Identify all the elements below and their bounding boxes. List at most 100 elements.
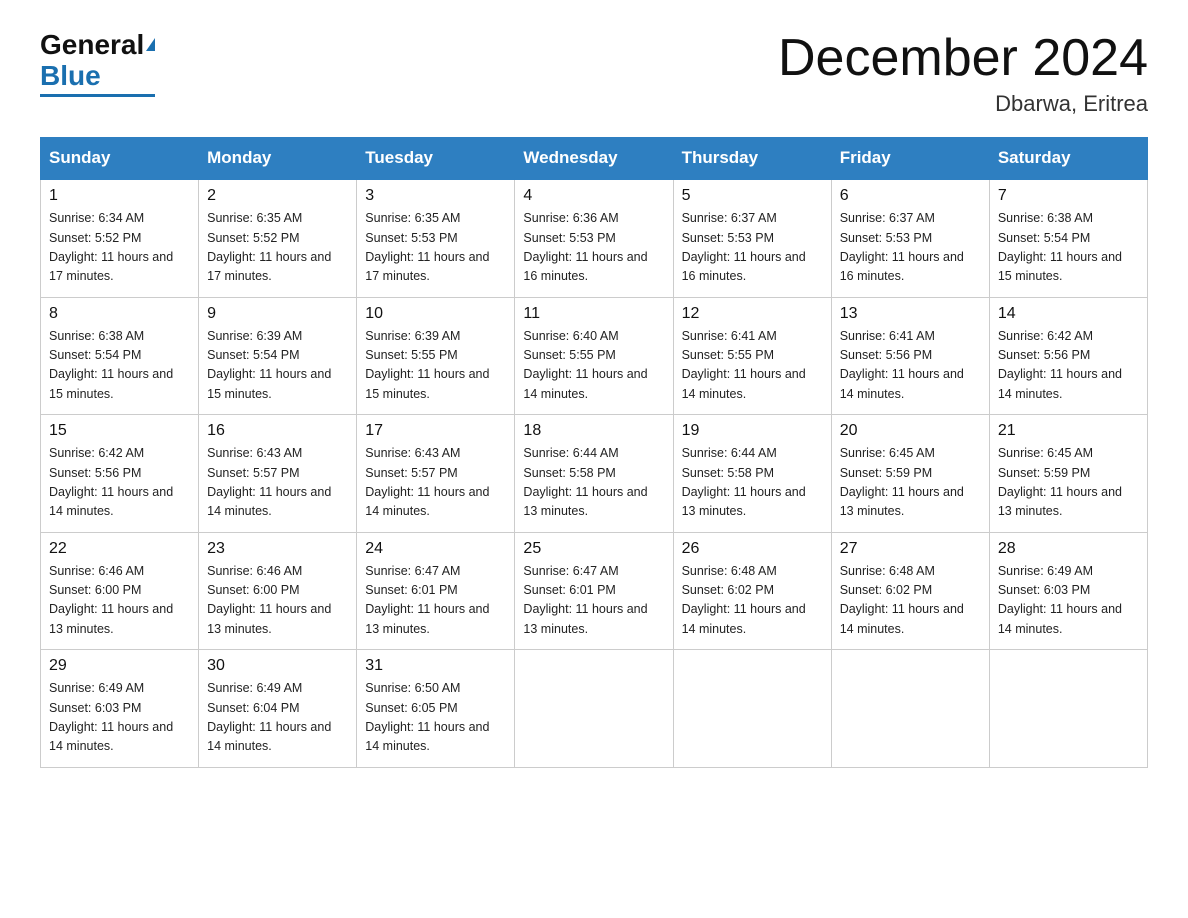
day-info: Sunrise: 6:37 AMSunset: 5:53 PMDaylight:… — [840, 209, 981, 287]
day-info: Sunrise: 6:39 AMSunset: 5:54 PMDaylight:… — [207, 327, 348, 405]
day-number: 28 — [998, 540, 1139, 558]
calendar-cell: 2 Sunrise: 6:35 AMSunset: 5:52 PMDaylight… — [199, 179, 357, 297]
day-info: Sunrise: 6:41 AMSunset: 5:56 PMDaylight:… — [840, 327, 981, 405]
weekday-header-monday: Monday — [199, 138, 357, 180]
day-number: 14 — [998, 305, 1139, 323]
day-number: 10 — [365, 305, 506, 323]
calendar-table: SundayMondayTuesdayWednesdayThursdayFrid… — [40, 137, 1148, 768]
calendar-cell: 26 Sunrise: 6:48 AMSunset: 6:02 PMDayligh… — [673, 532, 831, 650]
day-number: 12 — [682, 305, 823, 323]
week-row-3: 15Sunrise: 6:42 AMSunset: 5:56 PMDayligh… — [41, 415, 1148, 533]
weekday-header-saturday: Saturday — [989, 138, 1147, 180]
calendar-cell: 20Sunrise: 6:45 AMSunset: 5:59 PMDayligh… — [831, 415, 989, 533]
day-info: Sunrise: 6:44 AMSunset: 5:58 PMDaylight:… — [682, 444, 823, 522]
calendar-cell: 1 Sunrise: 6:34 AMSunset: 5:52 PMDaylight… — [41, 179, 199, 297]
day-info: Sunrise: 6:49 AMSunset: 6:03 PMDaylight:… — [998, 562, 1139, 640]
day-number: 30 — [207, 657, 348, 675]
day-number: 18 — [523, 422, 664, 440]
week-row-4: 22 Sunrise: 6:46 AMSunset: 6:00 PMDayligh… — [41, 532, 1148, 650]
weekday-header-row: SundayMondayTuesdayWednesdayThursdayFrid… — [41, 138, 1148, 180]
day-number: 22 — [49, 540, 190, 558]
calendar-cell: 28 Sunrise: 6:49 AMSunset: 6:03 PMDayligh… — [989, 532, 1147, 650]
calendar-cell: 10 Sunrise: 6:39 AMSunset: 5:55 PMDayligh… — [357, 297, 515, 415]
day-number: 2 — [207, 187, 348, 205]
calendar-cell: 19 Sunrise: 6:44 AMSunset: 5:58 PMDayligh… — [673, 415, 831, 533]
day-info: Sunrise: 6:38 AMSunset: 5:54 PMDaylight:… — [49, 327, 190, 405]
day-info: Sunrise: 6:48 AMSunset: 6:02 PMDaylight:… — [682, 562, 823, 640]
calendar-cell: 29 Sunrise: 6:49 AMSunset: 6:03 PMDayligh… — [41, 650, 199, 768]
day-info: Sunrise: 6:35 AMSunset: 5:52 PMDaylight:… — [207, 209, 348, 287]
calendar-cell: 14 Sunrise: 6:42 AMSunset: 5:56 PMDayligh… — [989, 297, 1147, 415]
day-info: Sunrise: 6:35 AMSunset: 5:53 PMDaylight:… — [365, 209, 506, 287]
week-row-1: 1 Sunrise: 6:34 AMSunset: 5:52 PMDaylight… — [41, 179, 1148, 297]
day-number: 31 — [365, 657, 506, 675]
day-info: Sunrise: 6:39 AMSunset: 5:55 PMDaylight:… — [365, 327, 506, 405]
day-number: 6 — [840, 187, 981, 205]
day-number: 26 — [682, 540, 823, 558]
day-number: 5 — [682, 187, 823, 205]
day-info: Sunrise: 6:48 AMSunset: 6:02 PMDaylight:… — [840, 562, 981, 640]
day-info: Sunrise: 6:43 AMSunset: 5:57 PMDaylight:… — [207, 444, 348, 522]
day-number: 24 — [365, 540, 506, 558]
calendar-cell: 16 Sunrise: 6:43 AMSunset: 5:57 PMDayligh… — [199, 415, 357, 533]
calendar-cell: 6 Sunrise: 6:37 AMSunset: 5:53 PMDaylight… — [831, 179, 989, 297]
logo: General Blue — [40, 30, 155, 97]
day-number: 8 — [49, 305, 190, 323]
logo-text: General Blue — [40, 30, 155, 92]
day-number: 9 — [207, 305, 348, 323]
day-number: 3 — [365, 187, 506, 205]
calendar-cell: 17 Sunrise: 6:43 AMSunset: 5:57 PMDayligh… — [357, 415, 515, 533]
calendar-cell: 25Sunrise: 6:47 AMSunset: 6:01 PMDayligh… — [515, 532, 673, 650]
calendar-cell: 13 Sunrise: 6:41 AMSunset: 5:56 PMDayligh… — [831, 297, 989, 415]
logo-divider — [40, 94, 155, 97]
day-info: Sunrise: 6:36 AMSunset: 5:53 PMDaylight:… — [523, 209, 664, 287]
calendar-cell: 27 Sunrise: 6:48 AMSunset: 6:02 PMDayligh… — [831, 532, 989, 650]
calendar-cell: 31 Sunrise: 6:50 AMSunset: 6:05 PMDayligh… — [357, 650, 515, 768]
day-info: Sunrise: 6:40 AMSunset: 5:55 PMDaylight:… — [523, 327, 664, 405]
day-number: 1 — [49, 187, 190, 205]
calendar-cell: 7 Sunrise: 6:38 AMSunset: 5:54 PMDaylight… — [989, 179, 1147, 297]
calendar-cell: 12Sunrise: 6:41 AMSunset: 5:55 PMDayligh… — [673, 297, 831, 415]
day-number: 23 — [207, 540, 348, 558]
day-number: 17 — [365, 422, 506, 440]
day-info: Sunrise: 6:38 AMSunset: 5:54 PMDaylight:… — [998, 209, 1139, 287]
day-info: Sunrise: 6:49 AMSunset: 6:04 PMDaylight:… — [207, 679, 348, 757]
day-info: Sunrise: 6:46 AMSunset: 6:00 PMDaylight:… — [49, 562, 190, 640]
calendar-cell: 30 Sunrise: 6:49 AMSunset: 6:04 PMDayligh… — [199, 650, 357, 768]
calendar-cell: 9 Sunrise: 6:39 AMSunset: 5:54 PMDaylight… — [199, 297, 357, 415]
weekday-header-tuesday: Tuesday — [357, 138, 515, 180]
week-row-5: 29 Sunrise: 6:49 AMSunset: 6:03 PMDayligh… — [41, 650, 1148, 768]
calendar-cell: 11 Sunrise: 6:40 AMSunset: 5:55 PMDayligh… — [515, 297, 673, 415]
calendar-cell: 5Sunrise: 6:37 AMSunset: 5:53 PMDaylight… — [673, 179, 831, 297]
calendar-cell: 24 Sunrise: 6:47 AMSunset: 6:01 PMDayligh… — [357, 532, 515, 650]
day-info: Sunrise: 6:42 AMSunset: 5:56 PMDaylight:… — [998, 327, 1139, 405]
day-number: 29 — [49, 657, 190, 675]
calendar-cell: 23Sunrise: 6:46 AMSunset: 6:00 PMDayligh… — [199, 532, 357, 650]
day-info: Sunrise: 6:44 AMSunset: 5:58 PMDaylight:… — [523, 444, 664, 522]
calendar-cell: 4 Sunrise: 6:36 AMSunset: 5:53 PMDaylight… — [515, 179, 673, 297]
calendar-cell: 8 Sunrise: 6:38 AMSunset: 5:54 PMDaylight… — [41, 297, 199, 415]
day-info: Sunrise: 6:45 AMSunset: 5:59 PMDaylight:… — [998, 444, 1139, 522]
day-info: Sunrise: 6:34 AMSunset: 5:52 PMDaylight:… — [49, 209, 190, 287]
day-info: Sunrise: 6:47 AMSunset: 6:01 PMDaylight:… — [365, 562, 506, 640]
day-info: Sunrise: 6:43 AMSunset: 5:57 PMDaylight:… — [365, 444, 506, 522]
calendar-cell — [831, 650, 989, 768]
calendar-title: December 2024 — [778, 30, 1148, 87]
day-number: 11 — [523, 305, 664, 323]
day-number: 16 — [207, 422, 348, 440]
calendar-cell: 21Sunrise: 6:45 AMSunset: 5:59 PMDayligh… — [989, 415, 1147, 533]
calendar-cell — [673, 650, 831, 768]
day-info: Sunrise: 6:49 AMSunset: 6:03 PMDaylight:… — [49, 679, 190, 757]
day-number: 13 — [840, 305, 981, 323]
day-number: 7 — [998, 187, 1139, 205]
weekday-header-sunday: Sunday — [41, 138, 199, 180]
page-header: General Blue December 2024 Dbarwa, Eritr… — [40, 30, 1148, 117]
day-number: 25 — [523, 540, 664, 558]
calendar-cell — [515, 650, 673, 768]
day-info: Sunrise: 6:50 AMSunset: 6:05 PMDaylight:… — [365, 679, 506, 757]
calendar-cell: 15Sunrise: 6:42 AMSunset: 5:56 PMDayligh… — [41, 415, 199, 533]
day-number: 27 — [840, 540, 981, 558]
day-number: 4 — [523, 187, 664, 205]
day-info: Sunrise: 6:42 AMSunset: 5:56 PMDaylight:… — [49, 444, 190, 522]
day-number: 19 — [682, 422, 823, 440]
